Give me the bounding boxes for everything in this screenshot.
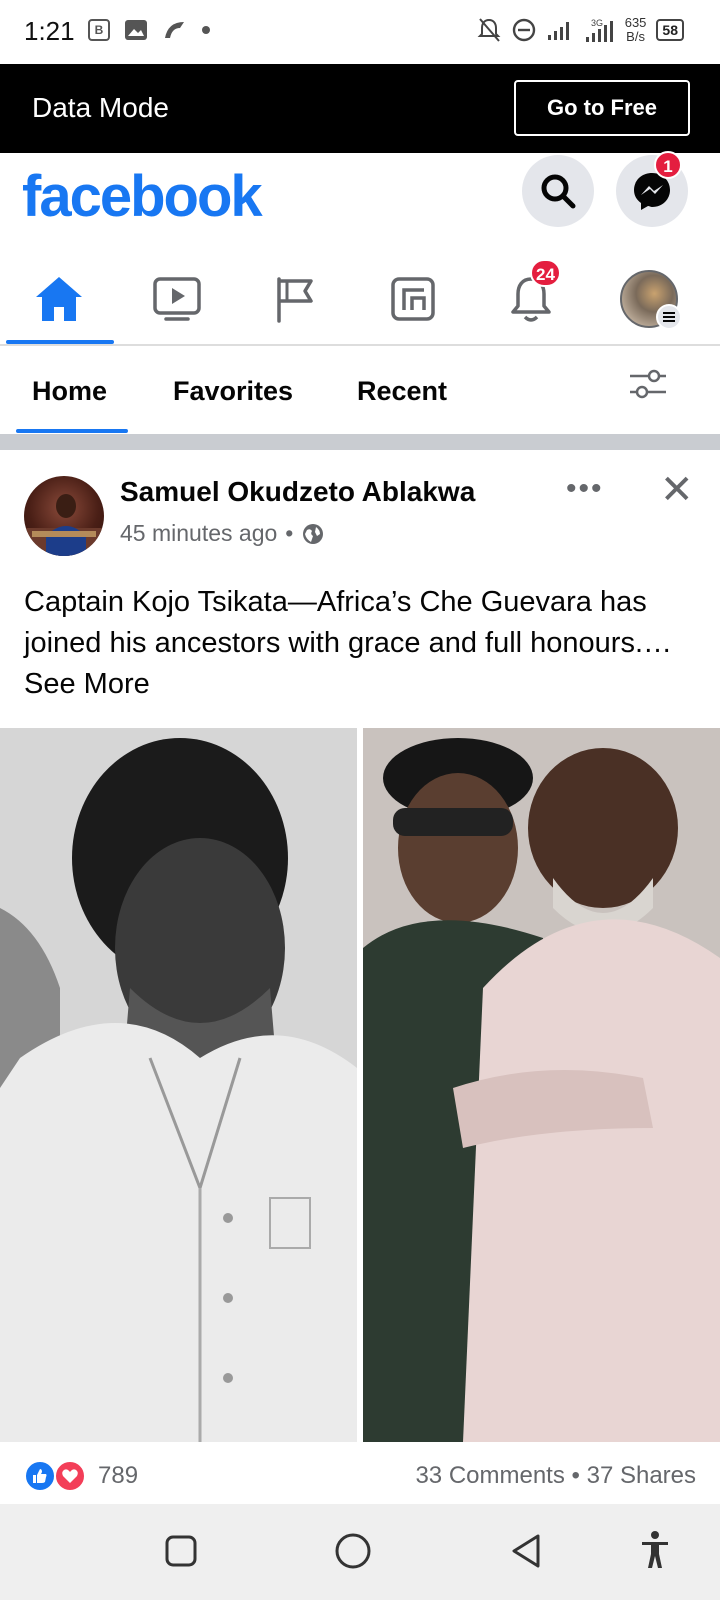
nav-notifications[interactable]: 24	[472, 253, 590, 344]
data-mode-label: Data Mode	[32, 92, 169, 123]
dot-icon	[202, 26, 210, 34]
status-time: 1:21	[24, 16, 75, 46]
reaction-count: 789	[98, 1462, 139, 1489]
tab-recent[interactable]: Recent	[357, 376, 447, 407]
net-speed-value: 635	[624, 15, 647, 30]
back-button[interactable]	[508, 1532, 544, 1570]
home-button[interactable]	[334, 1532, 372, 1570]
net-speed-unit: B/s	[626, 29, 645, 44]
post-card: Samuel Okudzeto Ablakwa 45 minutes ago •…	[0, 450, 720, 1504]
profile-avatar	[620, 269, 682, 330]
nav-feeds[interactable]	[354, 253, 472, 344]
home-icon	[36, 276, 82, 321]
data-mode-bar: Data Mode Go to Free	[0, 64, 720, 153]
love-reaction-icon	[54, 1460, 86, 1492]
mute-icon	[477, 18, 501, 42]
post-photo-2[interactable]	[363, 728, 720, 1442]
main-nav: 24	[0, 253, 720, 346]
post-text: Captain Kojo Tsikata—Africa’s Che Guevar…	[24, 582, 704, 705]
meta-separator: •	[285, 520, 294, 546]
feed-tabs: Home Favorites Recent	[0, 346, 720, 434]
author-avatar[interactable]	[24, 476, 104, 556]
see-more-link[interactable]: See More	[24, 668, 150, 700]
status-right-icons: 3G 635 B/s 58	[477, 16, 684, 44]
shares-count[interactable]: 37 Shares	[587, 1462, 696, 1489]
recents-button[interactable]	[164, 1534, 198, 1568]
search-icon	[541, 174, 576, 209]
post-meta: 45 minutes ago •	[120, 520, 325, 547]
battery-icon: 58	[656, 19, 684, 41]
reactions-summary[interactable]: 789	[24, 1460, 138, 1492]
flag-icon	[277, 276, 313, 323]
android-nav-bar	[0, 1504, 720, 1600]
feeds-icon	[391, 276, 435, 321]
3g-signal-icon: 3G	[585, 18, 613, 42]
globe-icon	[303, 523, 324, 544]
facebook-logo[interactable]: facebook	[22, 163, 263, 230]
tab-active-indicator	[16, 429, 128, 433]
post-time[interactable]: 45 minutes ago	[120, 520, 277, 547]
accessibility-icon[interactable]	[640, 1530, 670, 1570]
svg-text:3G: 3G	[591, 18, 603, 28]
status-bar: 1:21 B 3G 635 B/s 58	[0, 0, 720, 64]
post-text-main: Captain Kojo Tsikata—Africa’s Che Guevar…	[24, 586, 673, 659]
messenger-button[interactable]: 1	[616, 151, 688, 227]
feed-separator	[0, 434, 720, 450]
b-icon: B	[88, 19, 110, 41]
nav-menu[interactable]	[590, 253, 708, 344]
comments-count[interactable]: 33 Comments	[415, 1462, 564, 1489]
status-left-icons: B	[88, 18, 210, 42]
like-reaction-icon	[24, 1460, 56, 1492]
post-stats: 33 Comments • 37 Shares	[415, 1462, 696, 1490]
menu-icon	[656, 303, 682, 330]
nav-home[interactable]	[0, 253, 118, 344]
signal-icon	[547, 22, 569, 40]
nav-watch[interactable]	[118, 253, 236, 344]
post-author[interactable]: Samuel Okudzeto Ablakwa	[120, 476, 475, 508]
search-button[interactable]	[522, 155, 594, 227]
filter-icon[interactable]	[628, 366, 668, 402]
tab-favorites[interactable]: Favorites	[173, 376, 293, 407]
stats-separator: •	[571, 1462, 580, 1489]
go-to-free-button[interactable]: Go to Free	[514, 80, 690, 136]
gallery-icon	[125, 20, 147, 40]
facebook-header: facebook 1	[0, 151, 720, 253]
dnd-icon	[512, 18, 535, 42]
close-icon[interactable]: ✕	[660, 470, 694, 510]
more-options-icon[interactable]: •••	[566, 472, 604, 506]
video-icon	[153, 276, 201, 321]
tab-home[interactable]: Home	[32, 376, 107, 407]
wifi-calling-icon	[165, 22, 184, 38]
messenger-badge: 1	[654, 151, 682, 179]
notification-badge: 24	[530, 259, 561, 287]
nav-pages[interactable]	[236, 253, 354, 344]
net-speed: 635 B/s	[625, 16, 647, 44]
post-photo-1[interactable]	[0, 728, 357, 1442]
nav-active-indicator	[6, 340, 114, 344]
